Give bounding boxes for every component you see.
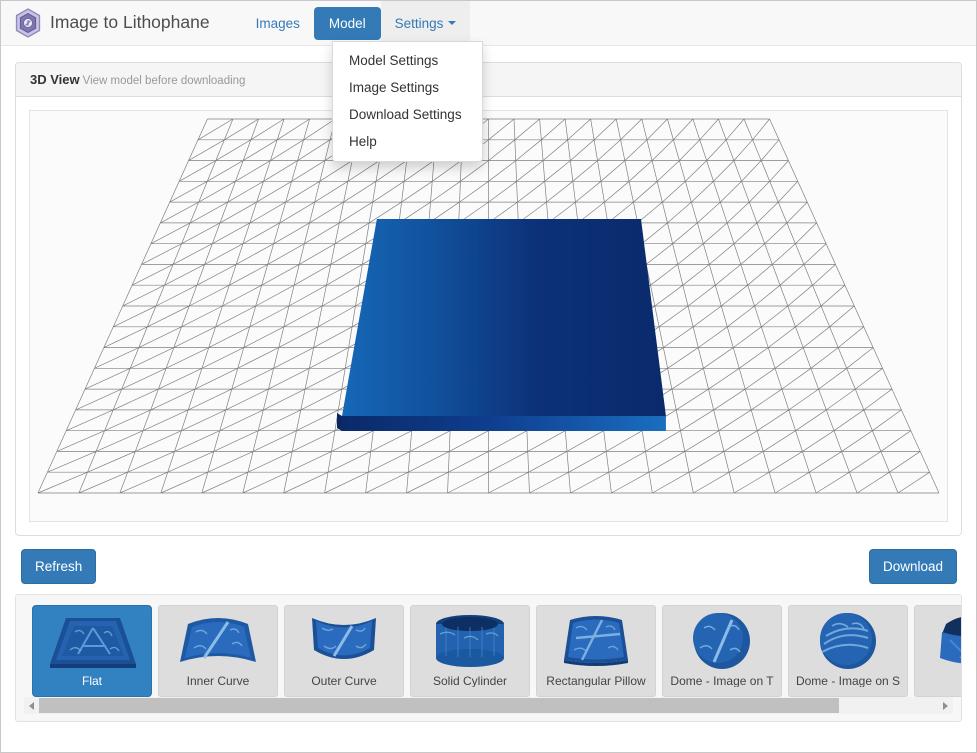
action-bar: Refresh Download — [15, 549, 962, 585]
three-d-scene — [30, 111, 947, 521]
nav-items: Images Model Settings — [242, 1, 471, 46]
outer-curve-icon — [312, 618, 376, 659]
flat-plate-icon — [50, 618, 136, 668]
menu-item-model-settings[interactable]: Model Settings — [333, 47, 482, 74]
three-d-view-panel: 3D View View model before downloading — [15, 62, 962, 536]
nav-item-images[interactable]: Images — [242, 1, 314, 46]
model-thumb-label: Inner Curve — [186, 675, 250, 687]
model-thumb-solid-cylinder[interactable]: Solid Cylinder — [410, 605, 530, 697]
page-title: 3D View — [30, 72, 80, 87]
model-thumb-label: Dome - Image on S — [795, 675, 901, 687]
model-thumb-outer-curve[interactable]: Outer Curve — [284, 605, 404, 697]
menu-item-label: Help — [349, 134, 377, 150]
nav-item-label: Model — [328, 15, 366, 31]
refresh-button[interactable]: Refresh — [21, 549, 97, 585]
model-thumb-label: Flat — [81, 675, 102, 687]
navbar: Image to Lithophane Images Model Setting… — [1, 1, 976, 46]
model-thumb-dome-image-on-side[interactable]: Dome - Image on S — [788, 605, 908, 697]
download-button[interactable]: Download — [868, 549, 957, 585]
model-thumb-heart[interactable]: Hea — [914, 605, 961, 697]
scrollbar-track[interactable] — [39, 698, 938, 713]
panel-subtitle: View model before downloading — [82, 75, 246, 87]
inner-curve-icon — [180, 618, 256, 662]
menu-item-label: Image Settings — [349, 80, 440, 96]
model-thumb-flat[interactable]: Flat — [32, 605, 152, 697]
dome-image-on-side-icon — [820, 613, 876, 669]
model-thumb-label: Dome - Image on T — [670, 675, 774, 687]
nav-item-settings[interactable]: Settings — [380, 1, 471, 46]
settings-dropdown-menu: Model Settings Image Settings Download S… — [332, 41, 483, 162]
solid-cylinder-icon — [436, 615, 504, 667]
dome-image-on-top-icon — [693, 613, 750, 669]
panel-heading: 3D View View model before downloading — [16, 63, 961, 97]
hexagon-cube-icon — [15, 8, 41, 38]
three-d-viewport[interactable] — [29, 110, 948, 522]
model-type-picker: Flat Inner Curve Outer Curve Solid Cylin… — [15, 594, 962, 722]
model-thumb-label: Outer Curve — [311, 675, 377, 687]
heart-icon — [940, 617, 961, 664]
nav-item-label: Settings — [394, 15, 444, 31]
rectangular-pillow-icon — [564, 616, 628, 666]
application-window: Image to Lithophane Images Model Setting… — [0, 0, 977, 753]
scroll-right-arrow-icon[interactable] — [938, 697, 953, 714]
menu-item-label: Download Settings — [349, 107, 462, 123]
scroll-left-arrow-icon[interactable] — [24, 697, 39, 714]
scrollbar-thumb[interactable] — [39, 698, 840, 713]
horizontal-scrollbar[interactable] — [24, 697, 953, 714]
panel-body — [16, 97, 961, 535]
nav-item-label: Images — [255, 15, 300, 31]
model-thumb-rectangular-pillow[interactable]: Rectangular Pillow — [536, 605, 656, 697]
model-thumb-inner-curve[interactable]: Inner Curve — [158, 605, 278, 697]
app-title: Image to Lithophane — [50, 12, 210, 33]
model-slab — [336, 219, 666, 431]
nav-item-model[interactable]: Model — [313, 6, 381, 40]
model-thumb-label: Solid Cylinder — [432, 675, 508, 687]
model-thumb-dome-image-on-top[interactable]: Dome - Image on T — [662, 605, 782, 697]
menu-item-label: Model Settings — [349, 53, 439, 68]
chevron-down-icon — [448, 21, 457, 25]
menu-item-download-settings[interactable]: Download Settings — [333, 101, 482, 128]
model-type-list: Flat Inner Curve Outer Curve Solid Cylin… — [24, 605, 961, 697]
brand-link[interactable]: Image to Lithophane — [15, 1, 228, 46]
model-thumb-label: Rectangular Pillow — [546, 675, 646, 687]
menu-item-help[interactable]: Help — [333, 128, 482, 155]
menu-item-image-settings[interactable]: Image Settings — [333, 74, 482, 101]
